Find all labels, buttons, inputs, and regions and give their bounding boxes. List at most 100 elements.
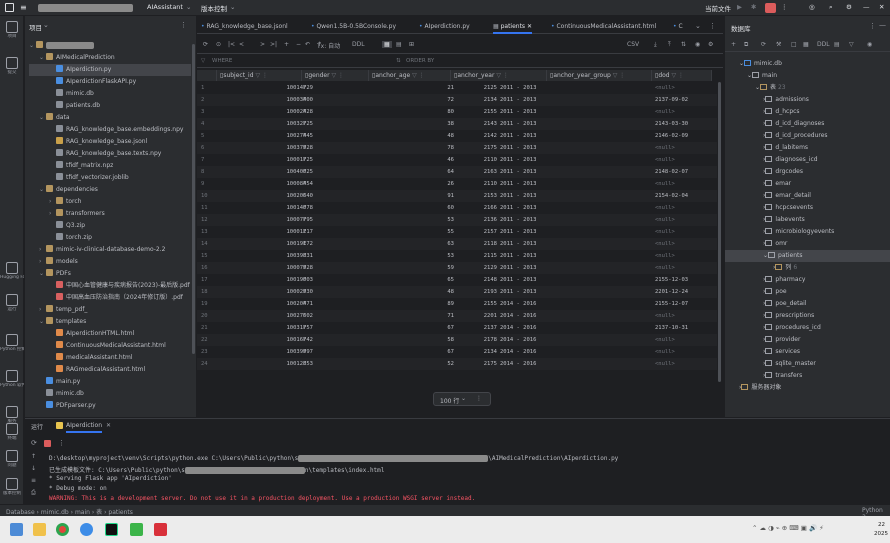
cell-dod[interactable]: <null>	[655, 358, 715, 370]
tree-file[interactable]: tfidf_matrix.npz	[29, 160, 191, 172]
tree-folder[interactable]: › models	[29, 256, 191, 268]
tree-file[interactable]: torch.zip	[29, 232, 191, 244]
table-row[interactable]: 19 10020471 F 89 2155 2014 - 2016 2155-12-07	[197, 298, 717, 310]
db-schema[interactable]: ⌄ main	[725, 70, 890, 82]
cell-anchor-year[interactable]: 2175	[455, 142, 497, 154]
column-header[interactable]: ▯anchor_age ▽ ⋮	[369, 70, 451, 81]
cell-anchor-age[interactable]: 58	[369, 334, 454, 346]
history-icon[interactable]: ⊙	[216, 41, 221, 48]
app-menu-icon[interactable]	[5, 3, 14, 12]
run-config-selector[interactable]: 当前文件	[705, 3, 731, 13]
search-icon[interactable]: ⌕	[829, 3, 833, 12]
cell-subject-id[interactable]: 10003400	[217, 94, 314, 106]
cell-anchor-year-group[interactable]: 2011 - 2013	[500, 142, 560, 154]
db-table-procedures_icd[interactable]: › procedures_icd	[725, 322, 890, 334]
cell-anchor-year-group[interactable]: 2011 - 2013	[500, 214, 560, 226]
cell-gender[interactable]: F	[303, 358, 323, 370]
cell-gender[interactable]: F	[303, 106, 323, 118]
tab-1[interactable]: • Qwen1.5B-0.5BConsole.py	[311, 20, 396, 34]
stop-icon[interactable]	[44, 440, 51, 447]
cell-gender[interactable]: F	[303, 334, 323, 346]
cell-anchor-year-group[interactable]: 2011 - 2013	[500, 286, 560, 298]
tab-0[interactable]: • RAG_knowledge_base.jsonl	[201, 20, 288, 34]
sort-filter-icon[interactable]: ▽ ⋮	[670, 72, 685, 79]
cell-anchor-age[interactable]: 53	[369, 214, 454, 226]
strip-item-3[interactable]: 运行	[0, 294, 24, 312]
strip-item-1[interactable]: 提交	[0, 57, 24, 75]
table-row[interactable]: 12 10007795 F 53 2136 2011 - 2013 <null>	[197, 214, 717, 226]
cell-dod[interactable]: <null>	[655, 214, 715, 226]
pycharm-icon[interactable]	[105, 523, 118, 536]
table-row[interactable]: 9 10008454 F 26 2110 2011 - 2013 <null>	[197, 178, 717, 190]
cell-anchor-year[interactable]: 2137	[455, 322, 497, 334]
tree-file[interactable]: 中国心血管健康与疾病报告(2023)-最后版.pdf	[29, 280, 191, 292]
tree-folder[interactable]: › temp_pdf_	[29, 304, 191, 316]
vcs-menu[interactable]: 版本控制	[201, 3, 227, 13]
sort-filter-icon[interactable]: ▽ ⋮	[330, 72, 345, 79]
column-header[interactable]: ▯subject_id ▽ ⋮	[217, 70, 302, 81]
cell-dod[interactable]: <null>	[655, 334, 715, 346]
table-row[interactable]: 11 10014078 F 60 2166 2011 - 2013 <null>	[197, 202, 717, 214]
cell-subject-id[interactable]: 10039831	[217, 250, 314, 262]
tree-folder[interactable]: ⌄ AIMedicalPrediction	[29, 52, 191, 64]
db-tables-folder[interactable]: ⌄ 表 23	[725, 82, 890, 94]
cell-anchor-age[interactable]: 71	[369, 310, 454, 322]
db-table-microbiologyevents[interactable]: › microbiologyevents	[725, 226, 890, 238]
db-table-d_icd_procedures[interactable]: › d_icd_procedures	[725, 130, 890, 142]
refresh-icon[interactable]: ⟳	[761, 41, 766, 48]
cell-gender[interactable]: F	[303, 142, 323, 154]
cell-anchor-age[interactable]: 21	[369, 82, 454, 94]
strip-item-6[interactable]: 服务	[0, 406, 24, 424]
db-server-objects[interactable]: › 服务器对象	[725, 382, 890, 394]
cell-anchor-age[interactable]: 26	[369, 178, 454, 190]
transpose-icon[interactable]: ⊞	[409, 41, 414, 48]
cell-gender[interactable]: F	[303, 214, 323, 226]
tree-file[interactable]: tfidf_vectorizer.joblib	[29, 172, 191, 184]
table-row[interactable]: 4 10032725 F 38 2143 2011 - 2013 2143-03-30	[197, 118, 717, 130]
table-row[interactable]: 10 10020640 F 91 2153 2011 - 2013 2154-02-04	[197, 190, 717, 202]
cell-dod[interactable]: <null>	[655, 346, 715, 358]
cell-anchor-year-group[interactable]: 2011 - 2013	[500, 226, 560, 238]
table-row[interactable]: 7 10001725 F 46 2110 2011 - 2013 <null>	[197, 154, 717, 166]
cell-anchor-year[interactable]: 2143	[455, 118, 497, 130]
db-table-patients[interactable]: ⌄ patients	[725, 250, 890, 262]
table-row[interactable]: 20 10027602 F 71 2201 2014 - 2016 <null>	[197, 310, 717, 322]
cell-anchor-year-group[interactable]: 2011 - 2013	[500, 94, 560, 106]
cell-anchor-year[interactable]: 2193	[455, 286, 497, 298]
cell-anchor-year[interactable]: 2110	[455, 178, 497, 190]
cell-anchor-year-group[interactable]: 2011 - 2013	[500, 154, 560, 166]
db-table-services[interactable]: › services	[725, 346, 890, 358]
cell-subject-id[interactable]: 10039997	[217, 346, 314, 358]
cell-gender[interactable]: F	[303, 82, 323, 94]
sort-filter-icon[interactable]: ▽ ⋮	[611, 72, 626, 79]
run-config-tab[interactable]: AIperdiction	[66, 422, 103, 433]
cell-dod[interactable]: <null>	[655, 262, 715, 274]
grid-scrollbar[interactable]	[718, 82, 721, 382]
cell-anchor-age[interactable]: 53	[369, 250, 454, 262]
cell-anchor-year[interactable]: 2118	[455, 238, 497, 250]
cell-anchor-year-group[interactable]: 2011 - 2013	[500, 82, 560, 94]
tree-file[interactable]: mimic.db	[29, 388, 191, 400]
cell-dod[interactable]: 2143-03-30	[655, 118, 715, 130]
db-columns-folder[interactable]: › 列 6	[725, 262, 890, 274]
cell-anchor-year[interactable]: 2148	[455, 274, 497, 286]
cell-dod[interactable]: <null>	[655, 238, 715, 250]
cell-subject-id[interactable]: 10037928	[217, 142, 314, 154]
cell-anchor-age[interactable]: 64	[369, 166, 454, 178]
cell-anchor-year-group[interactable]: 2014 - 2016	[500, 334, 560, 346]
column-header[interactable]: ▯anchor_year ▽ ⋮	[451, 70, 547, 81]
cell-anchor-year[interactable]: 2163	[455, 166, 497, 178]
tree-file[interactable]: patients.db	[29, 100, 191, 112]
tree-folder[interactable]: › transformers	[29, 208, 191, 220]
cell-subject-id[interactable]: 10020640	[217, 190, 314, 202]
wps-icon[interactable]	[154, 523, 167, 536]
tree-folder[interactable]: ⌄ PDFs	[29, 268, 191, 280]
table-row[interactable]: 13 10001217 F 55 2157 2011 - 2013 <null>	[197, 226, 717, 238]
cell-anchor-year-group[interactable]: 2014 - 2016	[500, 322, 560, 334]
more-icon[interactable]: ⋮	[476, 395, 482, 402]
tree-file[interactable]: main.py	[29, 376, 191, 388]
cell-subject-id[interactable]: 10007795	[217, 214, 314, 226]
first-page-icon[interactable]: |<	[228, 41, 235, 48]
strip-item-2[interactable]: Hugging Face	[0, 262, 24, 280]
cell-anchor-age[interactable]: 48	[369, 130, 454, 142]
